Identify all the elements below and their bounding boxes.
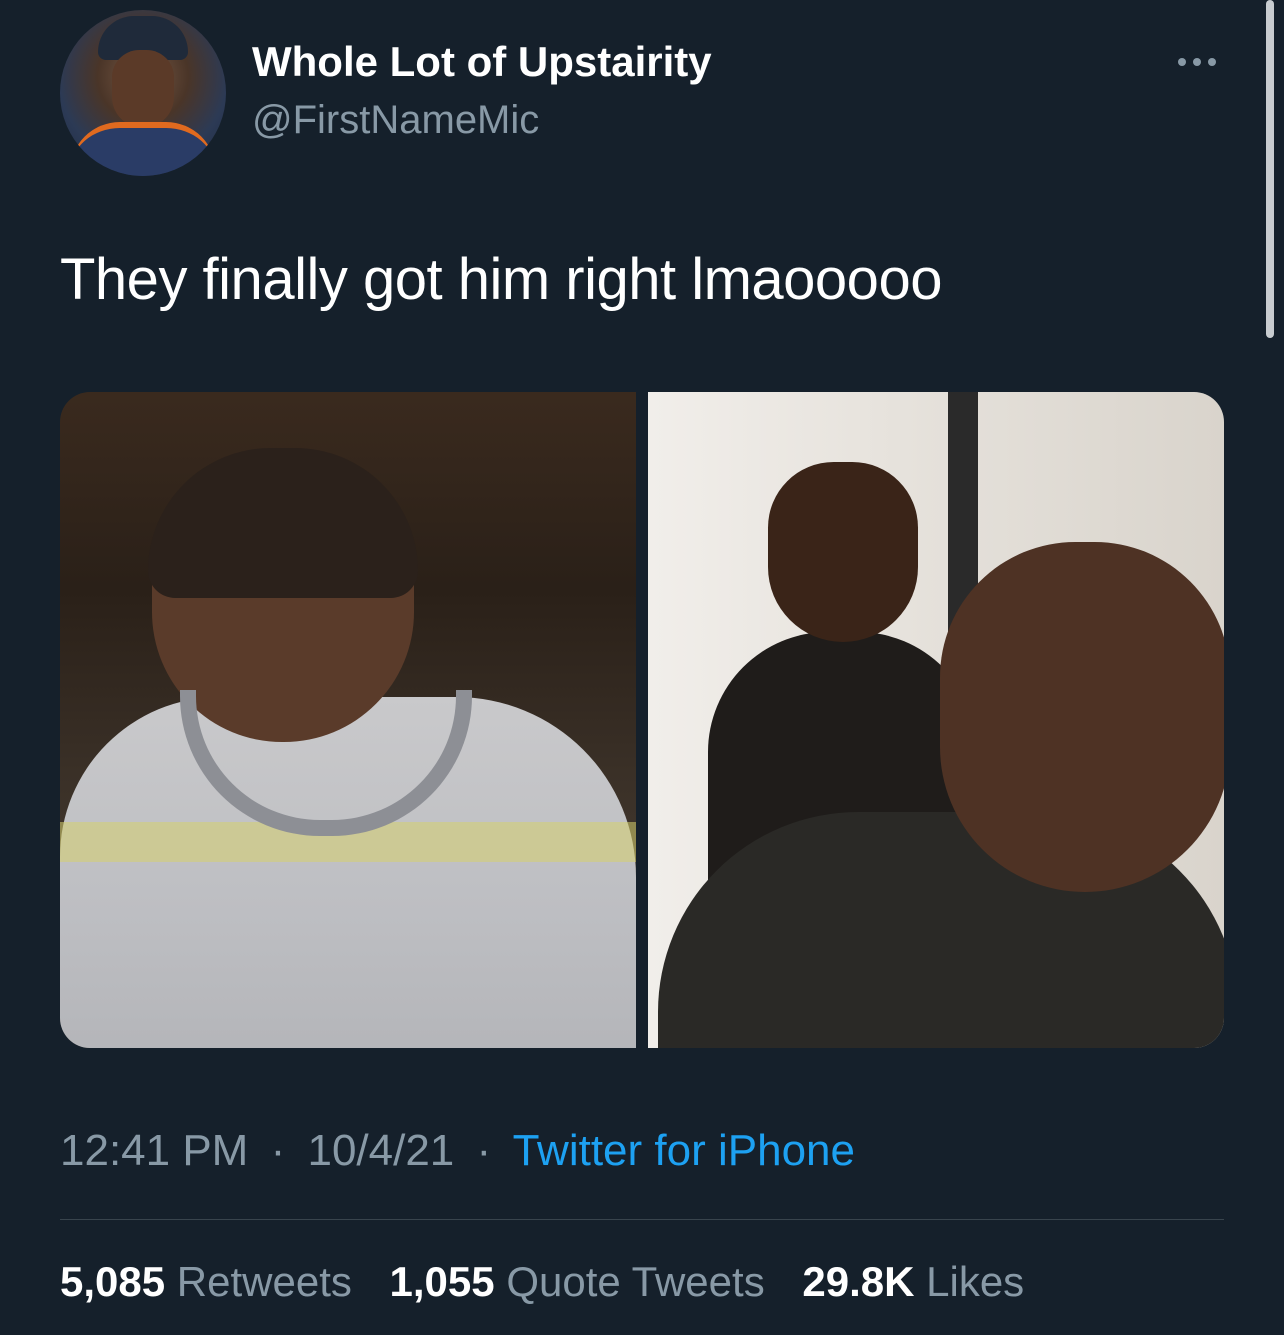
retweets-label: Retweets bbox=[176, 1258, 352, 1305]
tweet-media-grid bbox=[60, 392, 1224, 1048]
likes-stat[interactable]: 29.8K Likes bbox=[802, 1258, 1024, 1305]
photo-barber-head bbox=[768, 462, 918, 642]
divider bbox=[60, 1219, 1224, 1220]
tweet-text: They finally got him right lmaooooo bbox=[60, 247, 942, 312]
tweet-source-link[interactable]: Twitter for iPhone bbox=[513, 1126, 855, 1175]
retweets-count: 5,085 bbox=[60, 1258, 166, 1305]
more-options-icon[interactable] bbox=[1170, 50, 1224, 74]
photo-hair bbox=[148, 448, 418, 598]
tweet-metadata: 12:41 PM · 10/4/21 · Twitter for iPhone bbox=[60, 1126, 855, 1176]
meta-separator: · bbox=[476, 1126, 492, 1175]
author-display-name[interactable]: Whole Lot of Upstairity bbox=[252, 38, 712, 86]
quote-tweets-label: Quote Tweets bbox=[506, 1258, 765, 1305]
meta-separator: · bbox=[270, 1126, 286, 1175]
tweet-stats: 5,085 Retweets 1,055 Quote Tweets 29.8K … bbox=[60, 1258, 1050, 1306]
avatar-face bbox=[112, 50, 174, 128]
retweets-stat[interactable]: 5,085 Retweets bbox=[60, 1258, 364, 1305]
more-dot bbox=[1193, 58, 1201, 66]
tweet-time[interactable]: 12:41 PM bbox=[60, 1126, 248, 1175]
media-photo-left[interactable] bbox=[60, 392, 636, 1048]
scrollbar[interactable] bbox=[1266, 0, 1274, 338]
avatar-shirt bbox=[70, 122, 216, 176]
media-photo-right[interactable] bbox=[648, 392, 1224, 1048]
author-handle[interactable]: @FirstNameMic bbox=[252, 98, 539, 143]
more-dot bbox=[1208, 58, 1216, 66]
photo-customer-head bbox=[940, 542, 1224, 892]
quote-tweets-stat[interactable]: 1,055 Quote Tweets bbox=[390, 1258, 777, 1305]
tweet-date[interactable]: 10/4/21 bbox=[307, 1126, 454, 1175]
likes-count: 29.8K bbox=[802, 1258, 915, 1305]
likes-label: Likes bbox=[926, 1258, 1025, 1305]
quote-tweets-count: 1,055 bbox=[389, 1258, 495, 1305]
more-dot bbox=[1178, 58, 1186, 66]
author-avatar[interactable] bbox=[60, 10, 226, 176]
